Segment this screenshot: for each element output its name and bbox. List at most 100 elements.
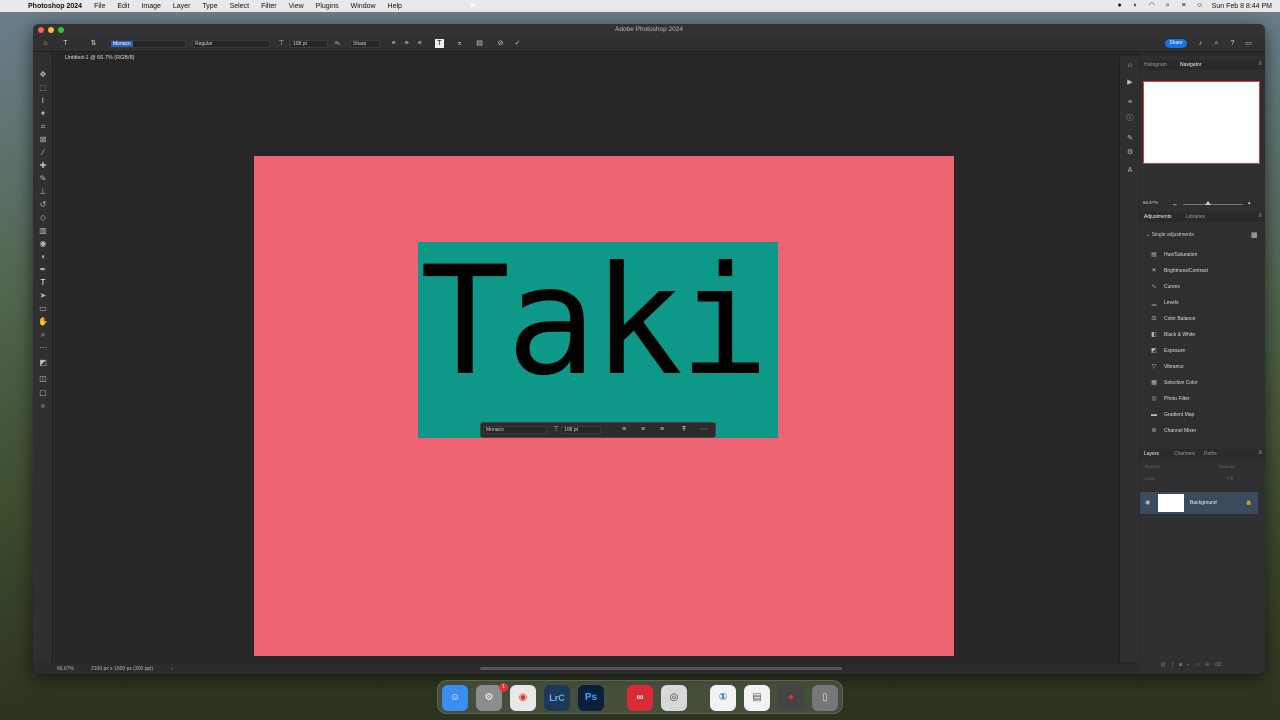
user-icon[interactable]: ☺ — [1196, 2, 1204, 10]
adjust-sliders-icon[interactable]: ≡ — [1125, 98, 1135, 108]
canvas-area[interactable]: Taki Monaco ⊤ 108 pt ≡ ≡ ≡ Ŧ ⋯ — [55, 64, 1136, 664]
context-font-size-select[interactable]: 108 pt — [561, 426, 601, 434]
canvas-text[interactable]: Taki — [418, 242, 778, 402]
new-layer-icon[interactable]: ⊞ — [1205, 662, 1214, 668]
eyedropper-tool-icon[interactable]: ⁄ — [38, 148, 48, 158]
screen-mode-icon[interactable]: ▢ — [38, 388, 48, 398]
wifi-icon[interactable]: ◠ — [1148, 2, 1156, 10]
group-icon[interactable]: ▭ — [1195, 662, 1205, 668]
menu-layer[interactable]: Layer — [173, 3, 191, 10]
fx-icon[interactable]: ƒ — [1171, 662, 1179, 668]
tab-adjustments[interactable]: Adjustments — [1144, 214, 1172, 220]
menu-file[interactable]: File — [94, 3, 105, 10]
system-settings-icon[interactable]: ⚙ — [476, 685, 502, 711]
1password-icon[interactable]: ① — [710, 685, 736, 711]
menu-window[interactable]: Window — [351, 3, 376, 10]
tab-layers[interactable]: Layers — [1144, 451, 1159, 457]
close-window-button[interactable] — [38, 27, 44, 33]
mask-icon[interactable]: ◙ — [1179, 662, 1187, 668]
history-brush-tool-icon[interactable]: ↺ — [38, 200, 48, 210]
font-style-select[interactable]: Regular — [192, 40, 270, 48]
brush-settings-icon[interactable]: ✎ — [1125, 134, 1135, 144]
zoom-window-button[interactable] — [58, 27, 64, 33]
history-icon[interactable]: ⌂ — [1125, 61, 1135, 71]
creative-cloud-icon[interactable]: ∞ — [627, 685, 653, 711]
layer-row-background[interactable]: ◉ Background 🔒 — [1140, 492, 1258, 514]
clone-stamp-tool-icon[interactable]: ⊥ — [38, 187, 48, 197]
adjustment-item[interactable]: ▦ Selective Color — [1150, 377, 1258, 389]
menu-type[interactable]: Type — [202, 3, 217, 10]
chrome-icon[interactable]: ◉ — [510, 685, 536, 711]
marquee-tool-icon[interactable]: ⬚ — [38, 83, 48, 93]
finder-icon[interactable]: ☺ — [442, 685, 468, 711]
align-left-icon[interactable]: ≡ — [389, 39, 398, 48]
tab-navigator[interactable]: Navigator — [1180, 62, 1201, 68]
text-options-icon[interactable]: Ŧ — [679, 425, 689, 435]
record-icon[interactable]: ● — [1116, 2, 1124, 10]
navigator-zoom-value[interactable]: 66.67% — [1143, 200, 1158, 205]
adjustment-item[interactable]: ⊚ Channel Mixer — [1150, 425, 1258, 437]
status-arrow-icon[interactable]: › — [171, 664, 173, 674]
brush-tool-icon[interactable]: ✎ — [38, 174, 48, 184]
menu-view[interactable]: View — [289, 3, 304, 10]
type-tool-icon[interactable]: T — [38, 278, 48, 288]
photoshop-dock-icon[interactable]: Ps — [578, 685, 604, 711]
info-icon[interactable]: ⓘ — [1125, 114, 1135, 124]
zoom-tool-icon[interactable]: ⌕ — [38, 330, 48, 340]
lightroom-classic-icon[interactable]: LrC — [544, 685, 570, 711]
recorder-icon[interactable]: ● — [778, 685, 804, 711]
adjustment-item[interactable]: ▽ Vibrance — [1150, 361, 1258, 373]
antialias-select[interactable]: Sharp — [350, 40, 380, 48]
zoom-out-icon[interactable]: ▁ — [1173, 200, 1176, 206]
layer-name[interactable]: Background — [1190, 492, 1217, 514]
context-font-select[interactable]: Monaco — [483, 426, 547, 434]
font-size-select[interactable]: 108 pt — [290, 40, 328, 48]
type-tool-preset-icon[interactable]: T — [61, 39, 70, 48]
adjustment-item[interactable]: ▬ Gradient Map — [1150, 409, 1258, 421]
align-right-icon[interactable]: ≡ — [657, 425, 667, 435]
menu-select[interactable]: Select — [230, 3, 249, 10]
align-center-icon[interactable]: ≡ — [402, 39, 411, 48]
pen-tool-icon[interactable]: ✒ — [38, 265, 48, 275]
glyphs-icon[interactable]: A — [1125, 166, 1135, 176]
trash-icon[interactable]: ▯ — [812, 685, 838, 711]
adjustment-item[interactable]: ◧ Black & White — [1150, 329, 1258, 341]
search-icon[interactable]: ⌕ — [1164, 2, 1172, 10]
tab-channels[interactable]: Channels — [1174, 451, 1195, 457]
adjustment-layer-icon[interactable]: ◐ — [1187, 662, 1195, 668]
quicktime-icon[interactable]: ◎ — [661, 685, 687, 711]
adjustment-item[interactable]: ◩ Exposure — [1150, 345, 1258, 357]
status-dimensions[interactable]: 2100 px x 1500 px (300 ppi) — [91, 664, 153, 674]
quick-mask-icon[interactable]: ◫ — [38, 374, 48, 384]
adjustment-item[interactable]: ▤ Hue/Saturation — [1150, 249, 1258, 261]
single-adjustments-header[interactable]: ⌄ Single adjustments — [1146, 232, 1194, 238]
move-tool-icon[interactable]: ✥ — [38, 70, 48, 80]
menu-help[interactable]: Help — [388, 3, 402, 10]
notifications-icon[interactable]: ♪ — [1196, 39, 1205, 48]
zoom-slider-thumb[interactable] — [1205, 201, 1211, 205]
character-panel-icon[interactable]: ▤ — [475, 39, 484, 48]
adjustment-item[interactable]: ⚖ Color Balance — [1150, 313, 1258, 325]
workspace-icon[interactable]: ▭ — [1244, 39, 1253, 48]
dodge-tool-icon[interactable]: ◖ — [38, 252, 48, 262]
more-options-icon[interactable]: ⋯ — [699, 425, 709, 435]
tab-histogram[interactable]: Histogram — [1144, 62, 1167, 68]
control-center-icon[interactable]: ≡ — [1180, 2, 1188, 10]
zoom-in-icon[interactable]: ▲ — [1247, 200, 1251, 205]
trash-icon[interactable]: ⌫ — [1214, 662, 1226, 668]
document-icon[interactable]: ▤ — [744, 685, 770, 711]
grid-view-icon[interactable]: ▦ — [1251, 231, 1258, 239]
panel-menu-icon[interactable]: ≡ — [1258, 61, 1262, 67]
text-layer-box[interactable]: Taki Monaco ⊤ 108 pt ≡ ≡ ≡ Ŧ ⋯ — [418, 242, 778, 438]
color-swatches-icon[interactable]: ◩ — [38, 358, 48, 368]
warp-text-icon[interactable]: ⌅ — [455, 39, 464, 48]
menubar-clock[interactable]: Sun Feb 8 8:44 PM — [1212, 3, 1272, 10]
navigator-zoom-slider[interactable] — [1183, 204, 1243, 205]
text-orientation-icon[interactable]: ⇅ — [89, 39, 98, 48]
align-left-icon[interactable]: ≡ — [619, 425, 629, 435]
tab-libraries[interactable]: Libraries — [1186, 214, 1205, 220]
frame-tool-icon[interactable]: ⊠ — [38, 135, 48, 145]
horizontal-scrollbar[interactable] — [480, 667, 842, 670]
search-icon[interactable]: ⌕ — [1212, 39, 1221, 48]
menu-app-name[interactable]: Photoshop 2024 — [28, 3, 82, 10]
